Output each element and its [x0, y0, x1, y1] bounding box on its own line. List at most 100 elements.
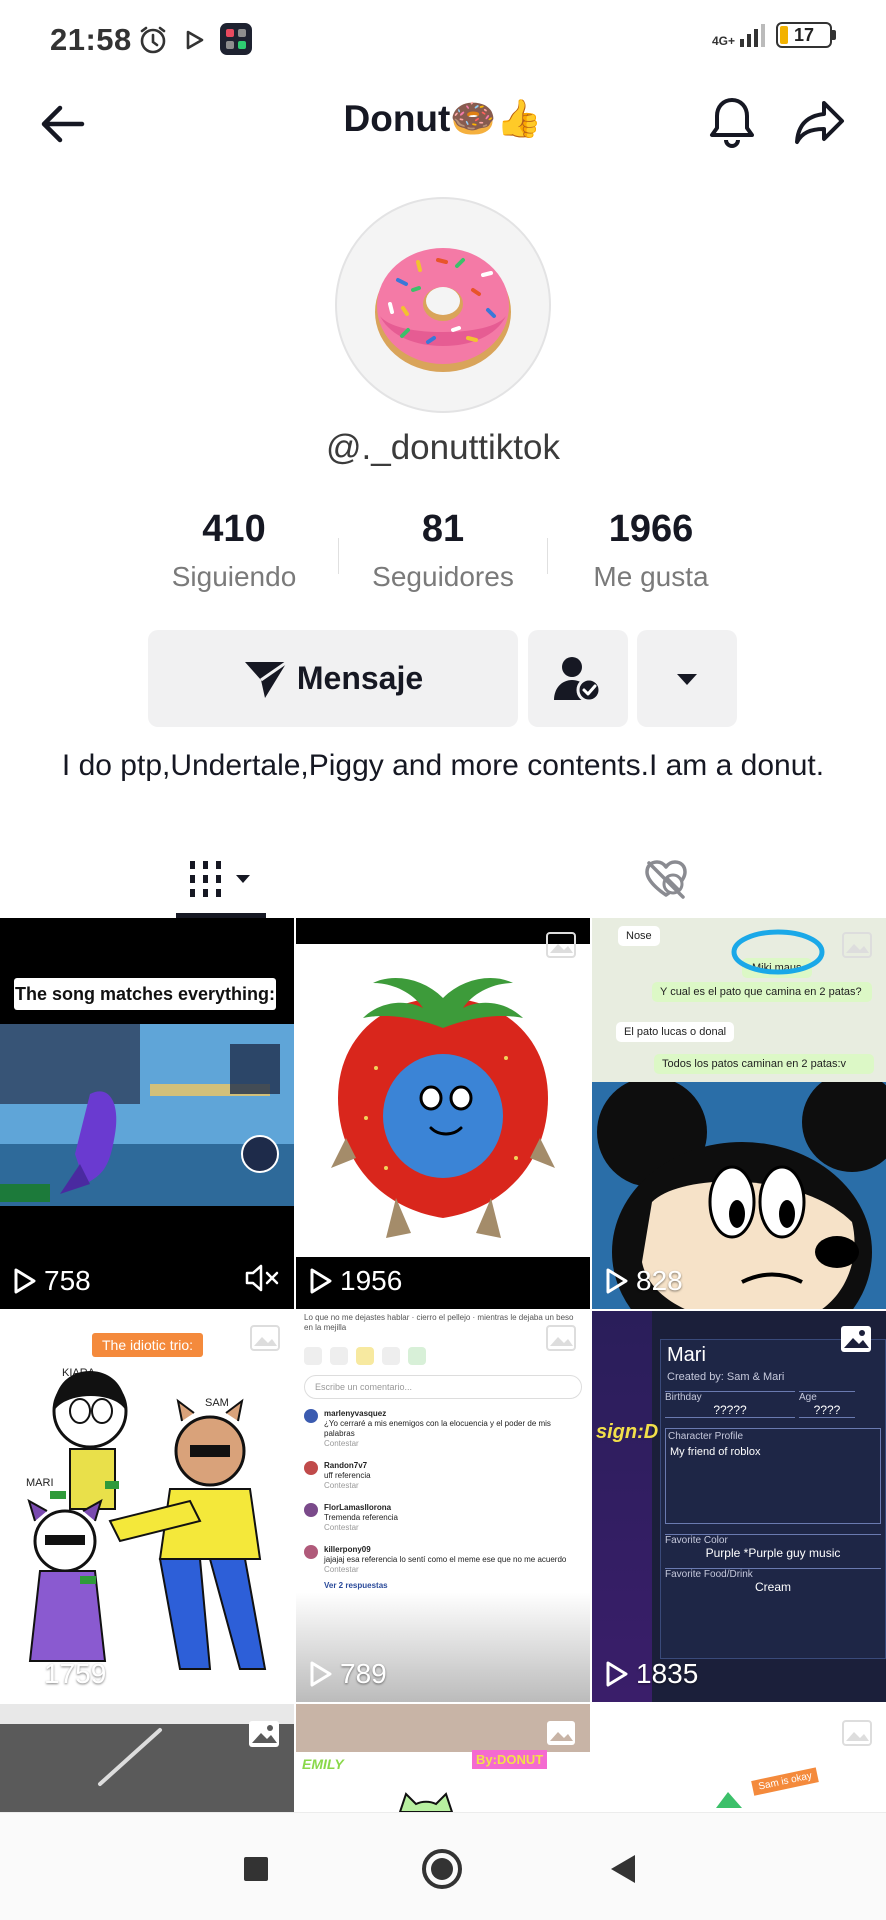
chat-bubble: Y cual es el pato que camina en 2 patas? [652, 982, 872, 1002]
avatar[interactable] [335, 197, 551, 413]
comment-item: killerpony09 jajajaj esa referencia lo s… [304, 1545, 574, 1575]
character-card: Mari Created by: Sam & Mari Birthday ???… [660, 1339, 886, 1659]
green-shape-drawing [716, 1792, 742, 1808]
square-icon [244, 1857, 268, 1881]
video-tile[interactable]: EMILY By:DONUT [296, 1704, 590, 1812]
app-notification-icon [220, 23, 252, 55]
video-tile[interactable]: The idiotic trio: KIARA SAM MARI 1759 [0, 1311, 294, 1702]
photo-post-icon [842, 1720, 872, 1746]
video-tile[interactable]: 1956 [296, 918, 590, 1309]
play-icon [14, 1268, 36, 1294]
video-caption: The song matches everything: [14, 983, 276, 1004]
view-count: 828 [604, 1265, 683, 1297]
drawn-text: EMILY [302, 1756, 344, 1772]
circle-home-icon [422, 1849, 462, 1889]
photo-post-icon [841, 1326, 871, 1352]
drawn-text: By:DONUT [472, 1750, 548, 1769]
comment-input-preview: Escribe un comentario... [304, 1375, 582, 1399]
stat-followers[interactable]: 81 Seguidores [348, 508, 538, 593]
recents-button[interactable] [228, 1841, 284, 1897]
followers-count: 81 [421, 508, 465, 550]
send-icon [244, 660, 288, 698]
photo-post-icon [249, 1721, 279, 1747]
profile-bio: I do ptp,Undertale,Piggy and more conten… [61, 749, 825, 782]
message-label: Mensaje [296, 660, 424, 696]
highlight-circle-mark [731, 929, 825, 975]
profile-stats: 410 Siguiendo 81 Seguidores 1966 Me gust… [0, 508, 886, 608]
video-tile[interactable]: sign:D Mari Created by: Sam & Mari Birth… [592, 1311, 886, 1702]
following-label: Siguiendo [171, 561, 297, 592]
comment-item: marlenyvasquez ¿Yo cerraré a mis enemigo… [304, 1409, 574, 1449]
caret-down-small-icon [236, 875, 250, 883]
content-tabs [0, 840, 886, 918]
likes-count: 1966 [608, 508, 694, 550]
share-button[interactable] [790, 92, 850, 152]
video-tile[interactable]: The song matches everything: 758 [0, 918, 294, 1309]
following-status-button[interactable] [528, 630, 628, 727]
chat-bubble: Nose [618, 926, 660, 946]
grid-icon [190, 861, 221, 897]
caret-down-icon [677, 673, 697, 685]
comment-item: Randon7v7 uff referencia Contestar [304, 1461, 574, 1491]
photo-post-icon [842, 932, 872, 958]
notifications-button[interactable] [702, 92, 762, 152]
video-header-text: Lo que no me dejastes hablar · cierro el… [304, 1313, 574, 1332]
video-tile[interactable]: Nose Miki maus Y cual es el pato que cam… [592, 918, 886, 1309]
stat-likes[interactable]: 1966 Me gusta [556, 508, 746, 593]
play-store-icon [186, 30, 204, 50]
side-text: sign:D [596, 1421, 659, 1443]
status-time: 21:58 [50, 22, 132, 57]
message-button[interactable]: Mensaje [148, 630, 518, 727]
more-options-button[interactable] [637, 630, 737, 727]
strawberry-character-image [331, 978, 555, 1238]
drawn-text: Sam is okay [751, 1767, 820, 1796]
cat-ear-drawing [398, 1792, 454, 1812]
chat-bubble: El pato lucas o donal [616, 1022, 735, 1042]
trio-drawing-image [27, 1371, 267, 1670]
view-count: 1956 [308, 1265, 402, 1297]
line-drawing-thumbnail [98, 1728, 162, 1786]
donut-avatar-image [375, 248, 511, 372]
system-nav-bar [0, 1812, 886, 1920]
video-tile[interactable] [0, 1704, 294, 1812]
chat-bubble: Todos los patos caminan en 2 patas:v [654, 1054, 874, 1074]
followers-label: Seguidores [372, 561, 514, 592]
signal-icon [740, 24, 765, 47]
view-count: 1759 [12, 1658, 106, 1690]
system-back-button[interactable] [596, 1841, 652, 1897]
view-count: 1835 [604, 1658, 698, 1690]
comment-list: marlenyvasquez ¿Yo cerraré a mis enemigo… [304, 1409, 574, 1590]
video-tile[interactable]: Sam is okay [592, 1704, 886, 1812]
tab-videos[interactable] [150, 840, 290, 918]
play-icon [14, 1661, 36, 1687]
tab-liked[interactable] [596, 840, 736, 918]
photo-post-icon [546, 1325, 576, 1351]
photo-post-icon [546, 932, 576, 958]
photo-post-icon [547, 1721, 575, 1745]
video-tile[interactable]: Lo que no me dejastes hablar · cierro el… [296, 1311, 590, 1702]
play-icon [310, 1268, 332, 1294]
following-count: 410 [202, 508, 266, 550]
photo-post-icon [250, 1325, 280, 1351]
comment-item: FlorLamasllorona Tremenda referencia Con… [304, 1503, 574, 1533]
play-icon [606, 1661, 628, 1687]
triangle-back-icon [611, 1855, 635, 1883]
status-bar: 21:58 4G+ 17 [0, 0, 886, 80]
likes-label: Me gusta [593, 561, 709, 592]
reaction-bar [304, 1347, 426, 1365]
home-button[interactable] [414, 1841, 470, 1897]
view-count: 789 [308, 1658, 387, 1690]
user-check-icon [554, 656, 602, 702]
play-icon [606, 1268, 628, 1294]
battery-icon: 17 [776, 22, 832, 48]
play-icon [310, 1661, 332, 1687]
game-screenshot-thumbnail [0, 1024, 294, 1206]
video-caption: The idiotic trio: [92, 1333, 204, 1357]
liked-hidden-icon [645, 860, 687, 899]
battery-indicator: 17 [776, 22, 836, 48]
stat-following[interactable]: 410 Siguiendo [139, 508, 329, 593]
muted-speaker-icon [245, 1264, 279, 1292]
share-arrow-icon [795, 101, 844, 144]
alarm-icon [140, 26, 166, 54]
bell-icon [710, 98, 754, 148]
